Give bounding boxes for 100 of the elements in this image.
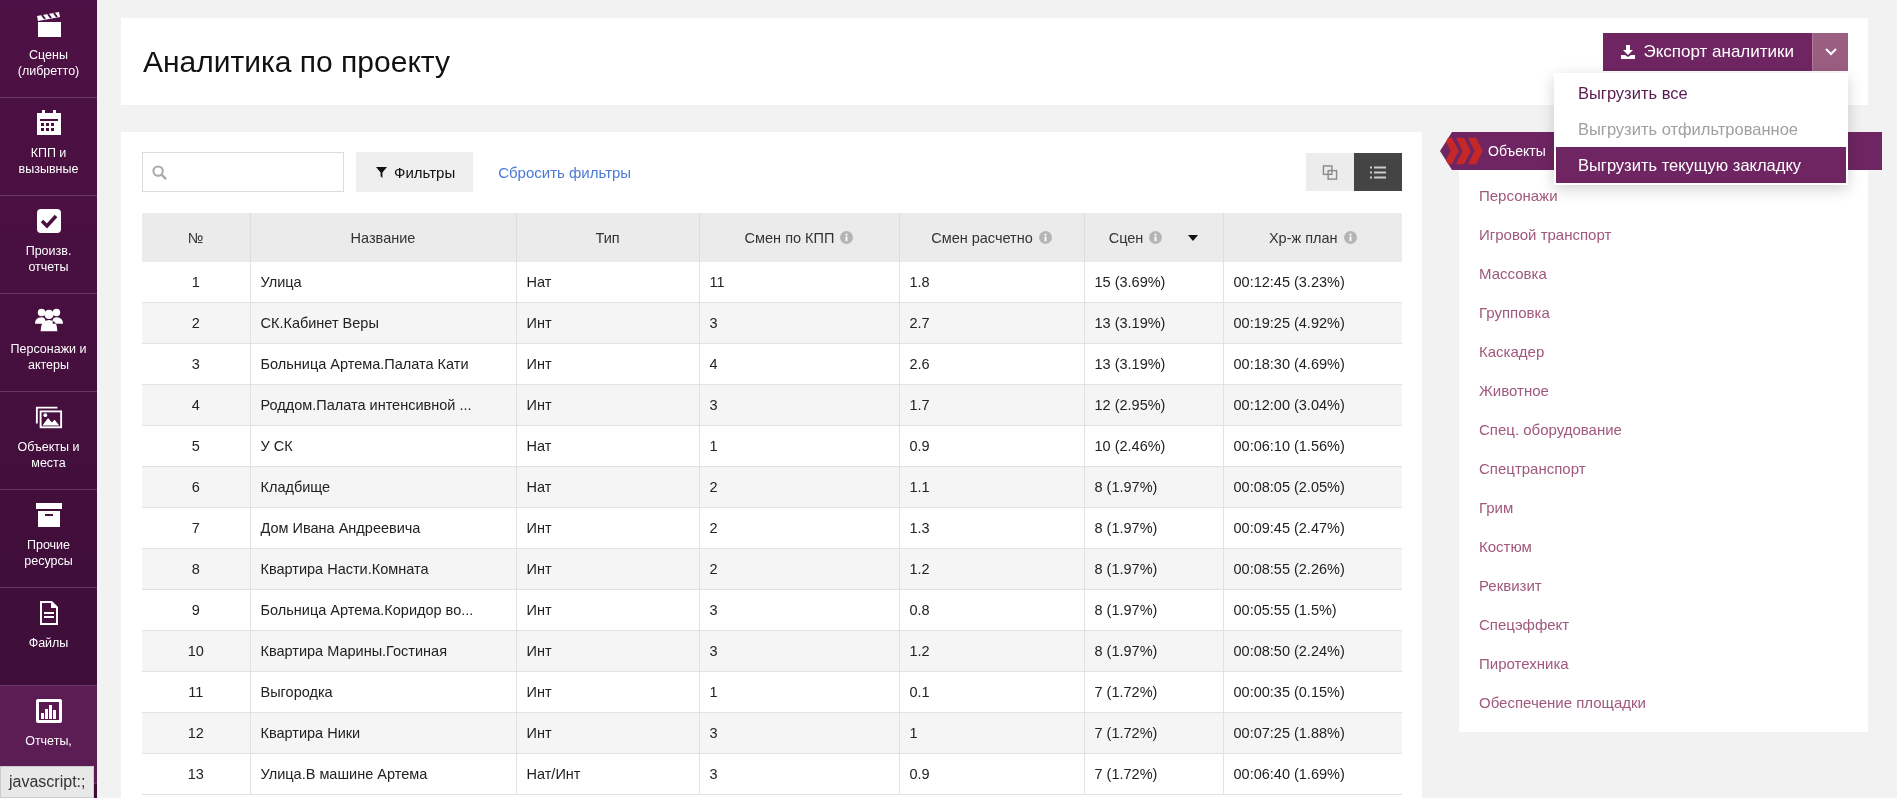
funnel-icon — [376, 166, 387, 178]
table-cell: 7 — [142, 507, 250, 549]
menu-item[interactable]: Выгрузить текущую закладку — [1556, 146, 1846, 183]
table-cell: 2 — [699, 507, 899, 549]
table-cell: 6 — [142, 466, 250, 508]
table-cell: 00:08:05 (2.05%) — [1223, 466, 1402, 508]
category-link[interactable]: Каскадер — [1479, 332, 1868, 371]
table-cell: 1.8 — [899, 262, 1084, 303]
export-button[interactable]: Экспорт аналитики — [1603, 32, 1812, 71]
category-link[interactable]: Спец. оборудование — [1479, 410, 1868, 449]
table-cell: Инт — [516, 548, 699, 590]
table-cell: СК.Кабинет Веры — [250, 302, 516, 344]
category-link[interactable]: Массовка — [1479, 254, 1868, 293]
category-link[interactable]: Пиротехника — [1479, 644, 1868, 683]
column-header[interactable]: Сцен — [1084, 213, 1223, 262]
table-cell: 00:12:00 (3.04%) — [1223, 384, 1402, 426]
category-link[interactable]: Грим — [1479, 488, 1868, 527]
table-cell: 00:09:45 (2.47%) — [1223, 507, 1402, 549]
table-cell: 3 — [699, 302, 899, 344]
table-cell: 00:06:40 (1.69%) — [1223, 753, 1402, 795]
table-cell: Инт — [516, 589, 699, 631]
list-view-button[interactable] — [1354, 153, 1402, 191]
table-cell: 0.1 — [899, 671, 1084, 713]
column-header[interactable]: Смен расчетно — [899, 213, 1084, 262]
table-cell: 1.7 — [899, 384, 1084, 426]
menu-item[interactable]: Выгрузить все — [1556, 74, 1846, 111]
checkbox-icon — [34, 208, 63, 234]
category-link[interactable]: Спецтранспорт — [1479, 449, 1868, 488]
category-link[interactable]: Реквизит — [1479, 566, 1868, 605]
table-cell: 7 (1.72%) — [1084, 753, 1223, 795]
table-cell: 4 — [699, 343, 899, 385]
table-cell: Больница Артема.Палата Кати — [250, 343, 516, 385]
clapperboard-icon — [34, 12, 63, 38]
download-icon — [1621, 44, 1636, 59]
table-cell: Нат/Инт — [516, 753, 699, 795]
column-header[interactable]: Хр-ж план — [1223, 213, 1402, 262]
filters-button[interactable]: Фильтры — [356, 152, 474, 192]
table-cell: 8 (1.97%) — [1084, 589, 1223, 631]
table-cell: 3 — [699, 712, 899, 754]
people-icon — [34, 306, 63, 332]
table-cell: 12 (2.95%) — [1084, 384, 1223, 426]
search-field[interactable] — [142, 152, 344, 192]
sidebar-item[interactable]: Сцены (либретто) — [0, 0, 97, 98]
column-header[interactable]: Тип — [516, 213, 699, 262]
table-cell: 3 — [699, 630, 899, 672]
table-cell: 2 — [699, 466, 899, 508]
reset-filters-link[interactable]: Сбросить фильтры — [498, 163, 632, 181]
table-cell: 13 (3.19%) — [1084, 302, 1223, 344]
sidebar-item[interactable]: Произв. отчеты — [0, 196, 97, 294]
table-cell: 9 — [142, 589, 250, 631]
bar-chart-icon — [34, 698, 63, 724]
table-cell: 5 — [142, 425, 250, 467]
search-icon — [152, 164, 167, 180]
column-header[interactable]: № — [142, 213, 250, 262]
table-cell: 3 — [699, 384, 899, 426]
table-cell: 00:08:55 (2.26%) — [1223, 548, 1402, 590]
table-cell: 7 (1.72%) — [1084, 712, 1223, 754]
table-cell: Инт — [516, 671, 699, 713]
table-cell: Инт — [516, 343, 699, 385]
category-link[interactable]: Групповка — [1479, 293, 1868, 332]
archive-box-icon — [34, 502, 63, 528]
table-cell: Кладбище — [250, 466, 516, 508]
sidebar-item[interactable]: Прочие ресурсы — [0, 490, 97, 588]
column-header[interactable]: Смен по КПП — [699, 213, 899, 262]
category-link[interactable]: Игровой транспорт — [1479, 215, 1868, 254]
page-title: Аналитика по проекту — [143, 44, 450, 79]
status-url-tooltip: javascript:; — [0, 766, 95, 798]
table-cell: 1.3 — [899, 507, 1084, 549]
table-cell: 4 — [142, 384, 250, 426]
grid-view-button[interactable] — [1306, 153, 1354, 191]
table-cell: 00:12:45 (3.23%) — [1223, 262, 1402, 303]
table-cell: 1 — [699, 425, 899, 467]
table-cell: Улица — [250, 262, 516, 303]
category-link[interactable]: Обеспечение площадки — [1479, 683, 1868, 722]
table-cell: Квартира Марины.Гостиная — [250, 630, 516, 672]
column-header[interactable]: Название — [250, 213, 516, 262]
table-cell: Выгородка — [250, 671, 516, 713]
sidebar-item[interactable]: КПП и вызывные — [0, 98, 97, 196]
category-link[interactable]: Костюм — [1479, 527, 1868, 566]
table-cell: Инт — [516, 384, 699, 426]
table-cell: 13 (3.19%) — [1084, 343, 1223, 385]
table-cell: У СК — [250, 425, 516, 467]
table-cell: Улица.В машине Артема — [250, 753, 516, 795]
sidebar-item[interactable]: Объекты и места — [0, 392, 97, 490]
table-cell: 1 — [142, 262, 250, 303]
table-cell: 0.9 — [899, 753, 1084, 795]
sort-caret-icon[interactable] — [1188, 234, 1199, 241]
table-cell: 00:05:55 (1.5%) — [1223, 589, 1402, 631]
calendar-icon — [34, 110, 63, 136]
table-cell: 1.1 — [899, 466, 1084, 508]
table-cell: 8 — [142, 548, 250, 590]
dropdown-toggle[interactable] — [1812, 32, 1848, 71]
chevron-down-icon — [1824, 47, 1837, 56]
sidebar-item[interactable]: Персонажи и актеры — [0, 294, 97, 392]
table-cell: 11 — [142, 671, 250, 713]
table-cell: 2 — [699, 548, 899, 590]
category-link[interactable]: Спецэффект — [1479, 605, 1868, 644]
category-link[interactable]: Животное — [1479, 371, 1868, 410]
table-cell: Инт — [516, 712, 699, 754]
table-cell: 1 — [899, 712, 1084, 754]
